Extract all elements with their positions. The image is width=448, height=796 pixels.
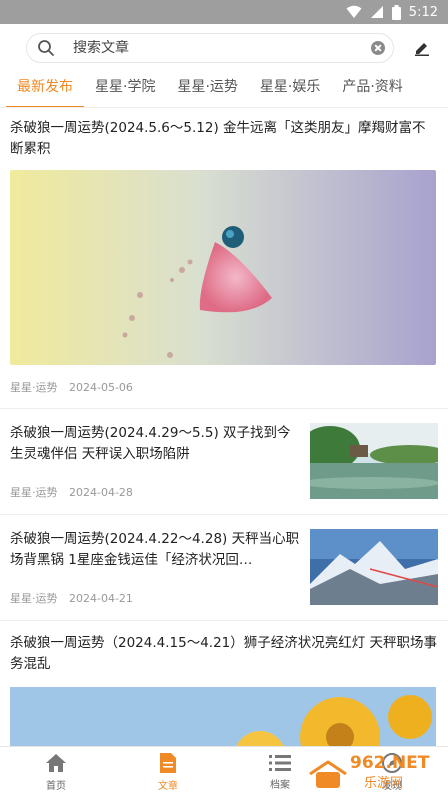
article-item[interactable]: 杀破狼一周运势(2024.4.29～5.5) 双子找到今生灵魂伴侣 天秤误入职场… [0, 409, 448, 515]
article-category: 星星·运势 [10, 592, 58, 605]
article-date: 2024-05-06 [69, 381, 133, 394]
search-row [0, 28, 448, 68]
article-category: 星星·运势 [10, 381, 58, 394]
article-title: 杀破狼一周运势(2024.4.29～5.5) 双子找到今生灵魂伴侣 天秤误入职场… [10, 425, 291, 462]
clear-icon[interactable] [371, 41, 385, 55]
article-feed: 杀破狼一周运势(2024.5.6～5.12) 金牛远离「这类朋友」摩羯财富不断累… [0, 106, 448, 746]
article-category: 星星·运势 [10, 486, 58, 499]
watermark-site: 乐游网 [364, 776, 403, 791]
nav-home[interactable]: 首页 [0, 747, 112, 796]
article-title: 杀破狼一周运势（2024.4.15～4.21）狮子经济状况亮红灯 天秤职场事务混… [10, 635, 438, 672]
article-title: 杀破狼一周运势(2024.4.22～4.28) 天秤当心职场背黑锅 1星座金钱运… [10, 531, 300, 568]
category-tabs: 最新发布 星星·学院 星星·运势 星星·娱乐 产品·资料 [0, 68, 448, 108]
wifi-icon [346, 5, 362, 18]
article-item[interactable]: 杀破狼一周运势(2024.5.6～5.12) 金牛远离「这类朋友」摩羯财富不断累… [0, 106, 448, 409]
article-image [10, 687, 436, 746]
watermark-logo: 962.NET 乐游网 [309, 753, 430, 791]
article-title: 杀破狼一周运势(2024.5.6～5.12) 金牛远离「这类朋友」摩羯财富不断累… [10, 120, 426, 157]
home-icon [46, 753, 66, 772]
article-thumbnail [310, 529, 438, 605]
article-meta: 星星·运势 2024-05-06 [10, 379, 438, 395]
tab-horoscope[interactable]: 星星·运势 [166, 68, 248, 107]
article-date: 2024-04-28 [69, 486, 133, 499]
article-item[interactable]: 杀破狼一周运势（2024.4.15～4.21）狮子经济状况亮红灯 天秤职场事务混… [0, 621, 448, 746]
nav-label: 文章 [158, 780, 178, 792]
signal-icon [370, 6, 383, 18]
nav-label: 档案 [270, 779, 290, 791]
edit-button[interactable] [410, 36, 434, 60]
tab-academy[interactable]: 星星·学院 [84, 68, 166, 107]
article-date: 2024-04-21 [69, 592, 133, 605]
article-icon [160, 752, 176, 773]
tab-latest[interactable]: 最新发布 [6, 68, 84, 107]
tab-products[interactable]: 产品·资料 [331, 68, 413, 107]
article-thumbnail [310, 423, 438, 499]
search-icon [38, 40, 54, 56]
battery-icon [391, 4, 401, 20]
article-meta: 星星·运势 2024-04-21 [10, 590, 300, 606]
pencil-icon [415, 43, 429, 56]
article-meta: 星星·运势 2024-04-28 [10, 484, 300, 500]
tab-entertainment[interactable]: 星星·娱乐 [249, 68, 331, 107]
article-image [10, 170, 436, 365]
nav-articles[interactable]: 文章 [112, 747, 224, 796]
article-item[interactable]: 杀破狼一周运势(2024.4.22～4.28) 天秤当心职场背黑锅 1星座金钱运… [0, 515, 448, 621]
status-time: 5:12 [408, 4, 438, 20]
status-bar: 5:12 [0, 0, 448, 24]
nav-label: 首页 [46, 780, 66, 792]
list-icon [269, 754, 291, 771]
search-input[interactable] [73, 40, 371, 56]
search-box[interactable] [26, 33, 394, 63]
watermark-domain: 962.NET [350, 753, 430, 773]
